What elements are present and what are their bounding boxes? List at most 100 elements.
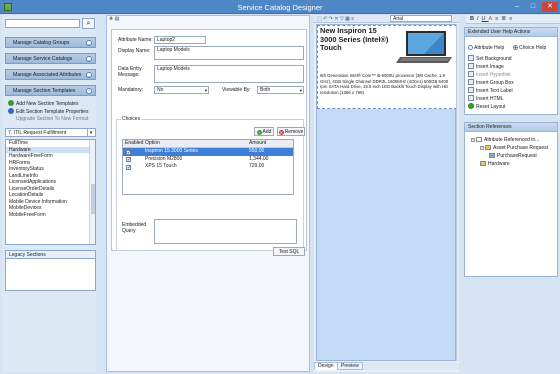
test-sql-button[interactable]: Test SQL (273, 247, 305, 256)
radio-label: Choice Help (519, 45, 547, 51)
legacy-sections-header[interactable]: Legacy Sections (5, 250, 96, 259)
option-cell[interactable]: XPS 15 Touch (145, 163, 177, 171)
design-canvas[interactable]: New Inspiron 15 3000 Series (Intel®) Tou… (316, 24, 457, 361)
window-title: Service Catalog Designer (237, 3, 323, 12)
ext-action-item[interactable]: Set Background (468, 55, 512, 62)
nav-manage-associated-attributes[interactable]: Manage Associated Attributes ⌄ (5, 69, 96, 80)
chevron-down-icon: ▾ (87, 129, 94, 136)
ext-action-item[interactable]: Insert Hyperlink (468, 71, 511, 78)
collapse-toggle-icon[interactable]: − (480, 146, 484, 150)
amount-cell[interactable]: 729.00 (249, 163, 264, 171)
ext-action-item[interactable]: Insert HTML (468, 95, 504, 102)
attribute-help-radio[interactable]: Attribute Help (468, 45, 504, 51)
tree-node[interactable]: − Asset Purchase Request (480, 145, 548, 151)
redo-icon[interactable]: ↷ (329, 16, 333, 22)
add-icon (8, 100, 14, 106)
ext-action-label: Insert Hyperlink (476, 72, 511, 78)
select-tool-icon[interactable]: ⬚ (317, 16, 322, 22)
tree-node[interactable]: Hardware (480, 161, 510, 167)
embedded-query-field[interactable] (154, 219, 297, 244)
table-row[interactable]: ✔ XPS 15 Touch 729.00 (123, 163, 293, 171)
scroll-thumb[interactable] (91, 184, 95, 214)
table-row[interactable]: ✔ Precision M2800 1,344.00 (123, 156, 293, 164)
tab-preview[interactable]: Preview (337, 362, 363, 370)
table-row[interactable]: ✔ Inspiron 15 3000 Series 550.00 (123, 148, 293, 156)
align-right-icon[interactable]: ≡ (509, 16, 515, 22)
section-template-list: FullTime Hardware HardwareFreeForm HRForms I… (5, 139, 96, 245)
ext-action-label: Insert Text Label (476, 88, 513, 94)
upgrade-section-action[interactable]: Upgrade Section To New Format (16, 116, 88, 122)
reset-layout-icon (468, 103, 474, 109)
chevron-down-icon: ⌄ (86, 72, 92, 78)
align-center-icon[interactable]: ≣ (501, 16, 509, 22)
designer-tabs: Design Preview (314, 362, 460, 370)
attribute-form: Attribute Name: Laptop2 Display Name: La… (111, 29, 307, 256)
chevron-down-icon: ▾ (204, 88, 207, 93)
nav-manage-service-catalogs[interactable]: Manage Service Catalogs ⌄ (5, 53, 96, 64)
button-label: Add (262, 129, 272, 135)
viewable-by-select[interactable]: Both ▾ (257, 86, 304, 94)
data-entry-field[interactable]: Laptop Models (154, 65, 304, 83)
grid-header: Enabled Option Amount (123, 140, 293, 148)
close-button[interactable]: ✕ (542, 2, 558, 12)
tree-node-label: Hardware (488, 161, 510, 167)
button-label: Remove (284, 129, 304, 135)
nav-manage-section-templates[interactable]: Manage Section Templates ⌃ (5, 85, 96, 96)
add-section-template-action[interactable]: Add New Section Templates (8, 100, 78, 107)
filter-icon[interactable]: ▽ (340, 16, 344, 22)
nav-manage-catalog-groups[interactable]: Manage Catalog Groups ⌄ (5, 37, 96, 48)
edit-icon (8, 108, 14, 114)
column-header-enabled[interactable]: Enabled (125, 140, 143, 148)
nav-label: Manage Associated Attributes (13, 72, 82, 78)
bold-icon[interactable]: B (470, 16, 477, 22)
align-icon[interactable]: ≡ (351, 16, 354, 22)
save-icon[interactable]: ▤ (115, 16, 120, 22)
amount-cell[interactable]: 1,344.00 (249, 156, 268, 164)
ext-action-item[interactable]: Reset Layout (468, 103, 505, 110)
tree-node-label: PurchaseRequest (497, 153, 537, 159)
list-item[interactable]: MobileFreeForm (6, 212, 95, 219)
add-icon[interactable]: ✚ (109, 16, 113, 22)
radio-selected-icon (513, 45, 518, 50)
edit-section-template-action[interactable]: Edit Section Template Properties (8, 108, 88, 115)
amount-cell[interactable]: 550.00 (249, 148, 264, 156)
column-header-option[interactable]: Option (145, 140, 160, 148)
tree-node[interactable]: PurchaseRequest (489, 153, 537, 159)
enabled-checkbox[interactable]: ✔ (126, 157, 131, 162)
mandatory-select[interactable]: No ▾ (154, 86, 209, 94)
choice-help-content[interactable]: New Inspiron 15 3000 Series (Intel®) Tou… (317, 25, 457, 109)
minimize-button[interactable]: – (510, 2, 524, 12)
remove-choice-button[interactable]: ✕ Remove (277, 127, 305, 136)
underline-icon[interactable]: U (482, 16, 489, 22)
ext-action-item[interactable]: Insert Group Box (468, 79, 514, 86)
attribute-name-field[interactable]: Laptop2 (154, 36, 206, 44)
maximize-button[interactable]: □ (526, 2, 540, 12)
ext-action-item[interactable]: Insert Text Label (468, 87, 513, 94)
column-header-amount[interactable]: Amount (249, 140, 266, 148)
tab-design[interactable]: Design (314, 362, 338, 370)
undo-icon[interactable]: ↶ (323, 16, 327, 22)
search-input[interactable] (5, 19, 80, 28)
delete-icon[interactable]: ✕ (334, 16, 338, 22)
section-category-select[interactable]: 7. ITIL Request Fulfillment ▾ (5, 128, 96, 137)
splitter[interactable] (459, 15, 463, 372)
search-button[interactable]: ⌕ (82, 18, 95, 29)
add-choice-button[interactable]: + Add (254, 127, 274, 136)
option-cell[interactable]: Precision M2800 (145, 156, 182, 164)
select-value: Both (260, 87, 271, 93)
grid-icon[interactable]: ▦ (345, 16, 350, 22)
list-scrollbar[interactable] (89, 140, 95, 244)
action-label: Add New Section Templates (16, 101, 79, 107)
tree-node[interactable]: − Attribute Referenced in... (471, 137, 539, 143)
option-cell[interactable]: Inspiron 15 3000 Series (145, 148, 198, 156)
ext-action-item[interactable]: Insert Image (468, 63, 504, 70)
display-name-field[interactable]: Laptop Models (154, 46, 304, 60)
enabled-checkbox[interactable]: ✔ (126, 164, 131, 170)
remove-icon: ✕ (278, 130, 284, 135)
data-entry-label: Data Entry Message: (118, 66, 142, 78)
enabled-checkbox[interactable]: ✔ (126, 149, 131, 155)
choice-help-radio[interactable]: Choice Help (513, 45, 546, 51)
help-designer: ⬚ ↶ ↷ ✕ ▽ ▦ ≡ Arial New Inspiron 15 3000… (314, 15, 460, 372)
collapse-toggle-icon[interactable]: − (471, 138, 475, 142)
font-select[interactable]: Arial (390, 15, 452, 22)
